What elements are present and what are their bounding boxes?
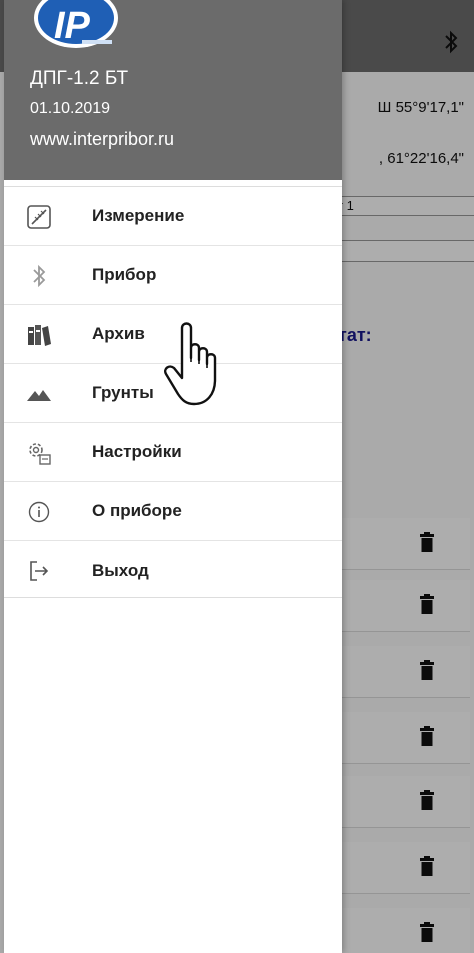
info-icon bbox=[26, 499, 52, 525]
menu-item-about[interactable]: О приборе bbox=[4, 482, 342, 541]
menu-item-measurement[interactable]: Измерение bbox=[4, 187, 342, 246]
website-link[interactable]: www.interpribor.ru bbox=[30, 129, 174, 150]
menu-label: Архив bbox=[92, 324, 145, 343]
menu-item-device[interactable]: Прибор bbox=[4, 246, 342, 305]
bluetooth-icon bbox=[26, 263, 52, 289]
archive-books-icon bbox=[26, 322, 52, 348]
firmware-date: 01.10.2019 bbox=[30, 100, 111, 117]
menu-item-exit[interactable]: Выход bbox=[4, 541, 342, 600]
mountains-icon bbox=[26, 381, 52, 407]
menu-label: Настройки bbox=[92, 442, 182, 461]
gears-settings-icon bbox=[26, 440, 52, 466]
menu-label: Измерение bbox=[92, 206, 185, 225]
drawer-divider bbox=[4, 597, 342, 598]
menu-label: О приборе bbox=[92, 501, 182, 520]
menu-label: Прибор bbox=[92, 265, 157, 284]
exit-icon bbox=[26, 558, 52, 584]
device-name: ДПГ-1.2 БТ bbox=[30, 68, 129, 89]
navigation-drawer: IP ДПГ-1.2 БТ 01.10.2019 www.interpribor… bbox=[4, 0, 342, 953]
drawer-header: IP ДПГ-1.2 БТ 01.10.2019 www.interpribor… bbox=[4, 0, 342, 180]
pointing-hand-icon bbox=[164, 322, 217, 406]
ruler-gauge-icon bbox=[26, 204, 52, 230]
interpribor-logo: IP bbox=[34, 0, 118, 48]
menu-label: Грунты bbox=[92, 383, 154, 402]
menu-item-settings[interactable]: Настройки bbox=[4, 423, 342, 482]
menu-label: Выход bbox=[92, 560, 149, 580]
